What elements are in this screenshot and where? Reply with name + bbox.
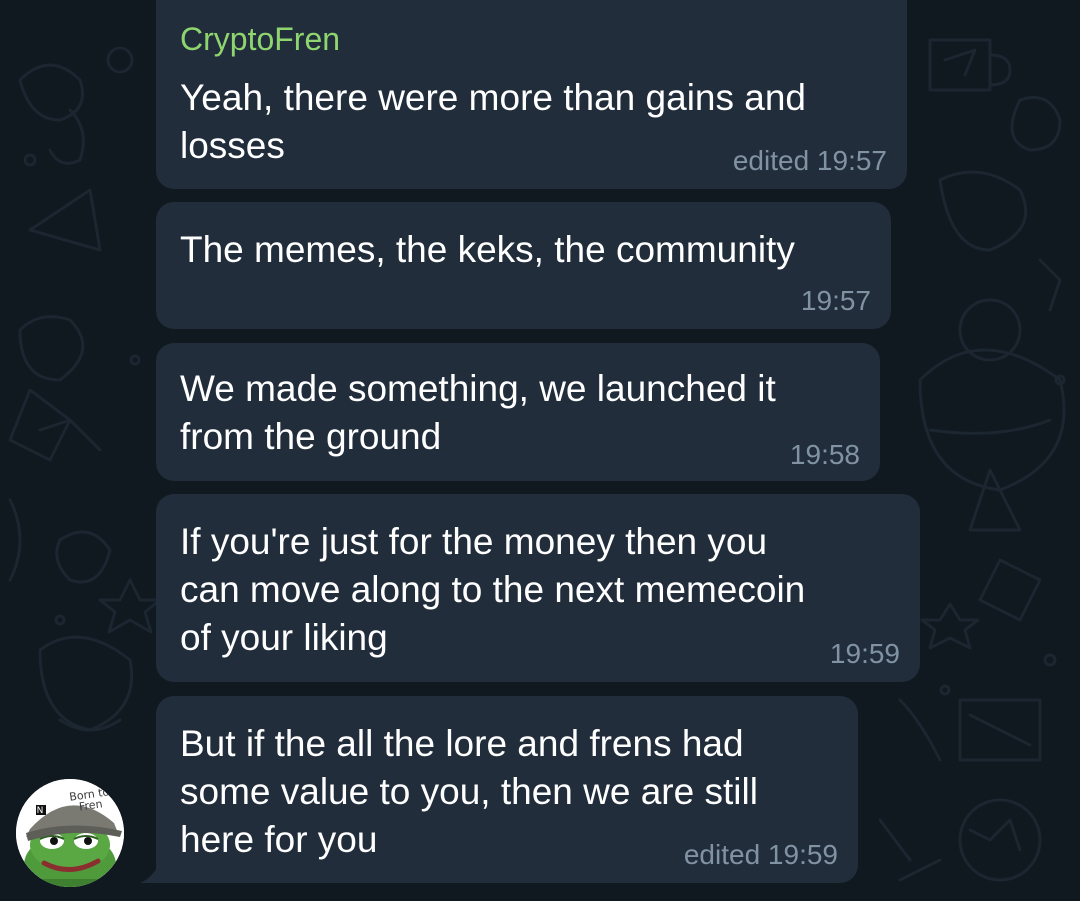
- message-bubble[interactable]: If you're just for the money then you ca…: [156, 494, 920, 682]
- message-text: Yeah, there were more than gains and los…: [180, 77, 807, 166]
- message-bubble[interactable]: We made something, we launched it from t…: [156, 343, 880, 481]
- message-text: We made something, we launched it from t…: [180, 368, 776, 457]
- message-text: The memes, the keks, the community: [180, 229, 795, 270]
- message-bubble[interactable]: The memes, the keks, the community 19:57: [156, 202, 891, 329]
- bubble-tail: [140, 861, 160, 883]
- sender-name[interactable]: CryptoFren: [180, 20, 340, 58]
- message-timestamp: edited 19:59: [683, 839, 838, 870]
- message-bubble[interactable]: But if the all the lore and frens had so…: [156, 696, 858, 883]
- message-timestamp: 19:58: [789, 439, 860, 470]
- svg-text:N: N: [37, 806, 44, 816]
- message-text: If you're just for the money then you ca…: [180, 521, 806, 658]
- sender-avatar[interactable]: N Born to Fren: [16, 779, 124, 887]
- message-bubble[interactable]: CryptoFren Yeah, there were more than ga…: [156, 0, 907, 189]
- chat-view: CryptoFren Yeah, there were more than ga…: [0, 0, 1080, 901]
- message-timestamp: edited 19:57: [732, 145, 887, 176]
- message-timestamp: 19:59: [829, 638, 900, 669]
- message-text: But if the all the lore and frens had so…: [180, 723, 758, 860]
- message-timestamp: 19:57: [800, 285, 871, 316]
